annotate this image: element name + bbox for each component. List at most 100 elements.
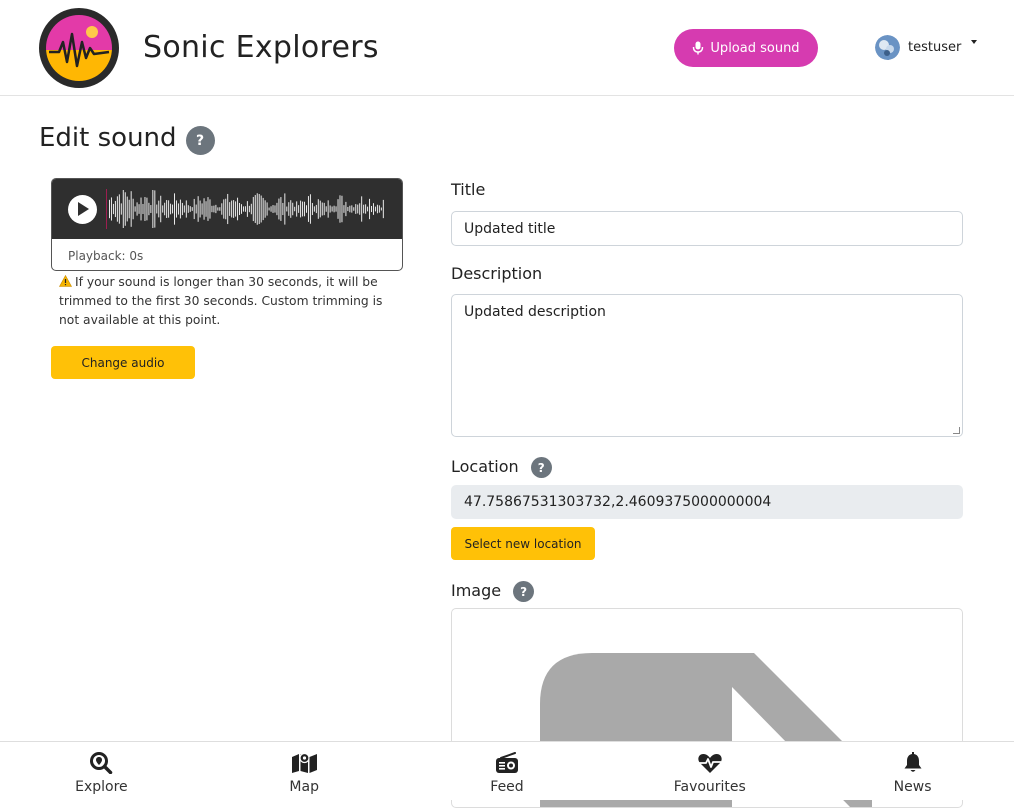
nav-feed[interactable]: Feed xyxy=(406,742,609,800)
waveform-bar xyxy=(288,202,290,216)
waveform-bar xyxy=(313,206,315,212)
waveform-bar xyxy=(177,203,179,215)
waveform-bar xyxy=(179,199,181,219)
description-value: Updated description xyxy=(464,304,606,320)
waveform-bar xyxy=(294,206,296,212)
waveform-bar xyxy=(311,202,313,216)
waveform-bar xyxy=(122,190,124,228)
waveform-bar xyxy=(317,199,319,219)
user-menu[interactable]: testuser xyxy=(875,35,978,60)
waveform-bar xyxy=(345,201,347,217)
waveform-bar xyxy=(225,198,227,220)
waveform-bar xyxy=(296,201,298,217)
waveform-bar xyxy=(329,205,331,213)
help-button[interactable]: ? xyxy=(185,126,215,155)
waveform-bar xyxy=(112,203,114,215)
waveform-bar xyxy=(380,207,382,211)
waveform-bar xyxy=(118,194,120,224)
waveform-bar xyxy=(357,204,359,214)
title-input[interactable]: Updated title xyxy=(451,211,963,246)
waveform-bar xyxy=(374,206,376,212)
play-button[interactable] xyxy=(68,195,97,224)
nav-news-label: News xyxy=(893,778,932,795)
waveform-bar xyxy=(382,199,384,219)
player-waveform-area xyxy=(52,179,402,239)
waveform-bar xyxy=(233,200,235,218)
waveform-bar xyxy=(150,205,152,213)
waveform-bar xyxy=(355,204,357,214)
waveform-bar xyxy=(229,202,231,216)
nav-news[interactable]: News xyxy=(811,742,1014,800)
waveform-bar xyxy=(335,206,337,212)
radio-icon xyxy=(495,751,518,773)
waveform-bar xyxy=(199,200,201,218)
waveform-bar xyxy=(292,202,294,216)
waveform-bar xyxy=(231,200,233,218)
waveform-bar xyxy=(158,200,160,218)
waveform-bar xyxy=(189,206,191,212)
waveform-bar xyxy=(110,197,112,221)
nav-favourites-label: Favourites xyxy=(673,778,746,795)
waveform[interactable] xyxy=(106,189,386,229)
change-audio-button[interactable]: Change audio xyxy=(51,346,195,379)
nav-map[interactable]: Map xyxy=(203,742,406,800)
waveform-bar xyxy=(146,197,148,221)
page-heading: Edit sound ? xyxy=(39,120,215,155)
playback-time: Playback: 0s xyxy=(68,249,144,263)
waveform-bar xyxy=(307,196,309,222)
select-location-button[interactable]: Select new location xyxy=(451,527,595,560)
description-textarea[interactable]: Updated description xyxy=(451,294,963,437)
waveform-bar xyxy=(213,205,215,213)
waveform-bar xyxy=(120,203,122,215)
waveform-bar xyxy=(187,205,189,213)
waveform-bar xyxy=(367,206,369,212)
waveform-bar xyxy=(264,200,266,218)
waveform-bar xyxy=(223,199,225,219)
waveform-bar xyxy=(309,194,311,224)
waveform-bar xyxy=(237,197,239,221)
waveform-bar xyxy=(341,195,343,223)
bell-icon xyxy=(904,751,922,772)
waveform-bar xyxy=(254,195,256,223)
waveform-bar xyxy=(164,202,166,216)
waveform-bar xyxy=(168,200,170,218)
waveform-bar xyxy=(197,196,199,222)
waveform-bar xyxy=(244,206,246,212)
app-logo[interactable] xyxy=(39,8,119,88)
warning-icon xyxy=(58,274,73,287)
location-label-text: Location xyxy=(451,457,519,476)
waveform-bar xyxy=(203,198,205,220)
waveform-bar xyxy=(284,193,286,225)
waveform-bar xyxy=(154,190,156,228)
waveform-bar xyxy=(323,202,325,216)
image-label-text: Image xyxy=(451,581,502,600)
username: testuser xyxy=(908,40,962,55)
waveform-bar xyxy=(321,202,323,216)
waveform-bar xyxy=(337,199,339,219)
image-help-button[interactable]: ? xyxy=(513,581,535,602)
location-label: Location ? xyxy=(451,455,552,478)
resize-handle-icon[interactable] xyxy=(953,427,960,434)
waveform-bar xyxy=(160,195,162,223)
waveform-bar xyxy=(211,205,213,213)
waveform-bar xyxy=(109,199,110,219)
waveform-bar xyxy=(266,202,268,216)
waveform-bar xyxy=(302,201,304,217)
waveform-bar xyxy=(215,204,217,214)
waveform-bar xyxy=(175,200,177,218)
waveform-bar xyxy=(315,204,317,214)
upload-sound-button[interactable]: Upload sound xyxy=(674,29,818,67)
waveform-bar xyxy=(300,200,302,218)
nav-explore[interactable]: Explore xyxy=(0,742,203,800)
waveform-bar xyxy=(156,204,158,214)
waveform-bar xyxy=(286,206,288,212)
waveform-bar xyxy=(219,207,221,211)
waveform-bar xyxy=(248,205,250,213)
waveform-bar xyxy=(148,202,150,216)
location-help-button[interactable]: ? xyxy=(530,457,552,478)
nav-favourites[interactable]: Favourites xyxy=(608,742,811,800)
audio-player: Playback: 0s xyxy=(51,178,403,271)
waveform-bar xyxy=(278,198,280,220)
waveform-bar xyxy=(349,205,351,213)
waveform-bar xyxy=(193,198,195,220)
